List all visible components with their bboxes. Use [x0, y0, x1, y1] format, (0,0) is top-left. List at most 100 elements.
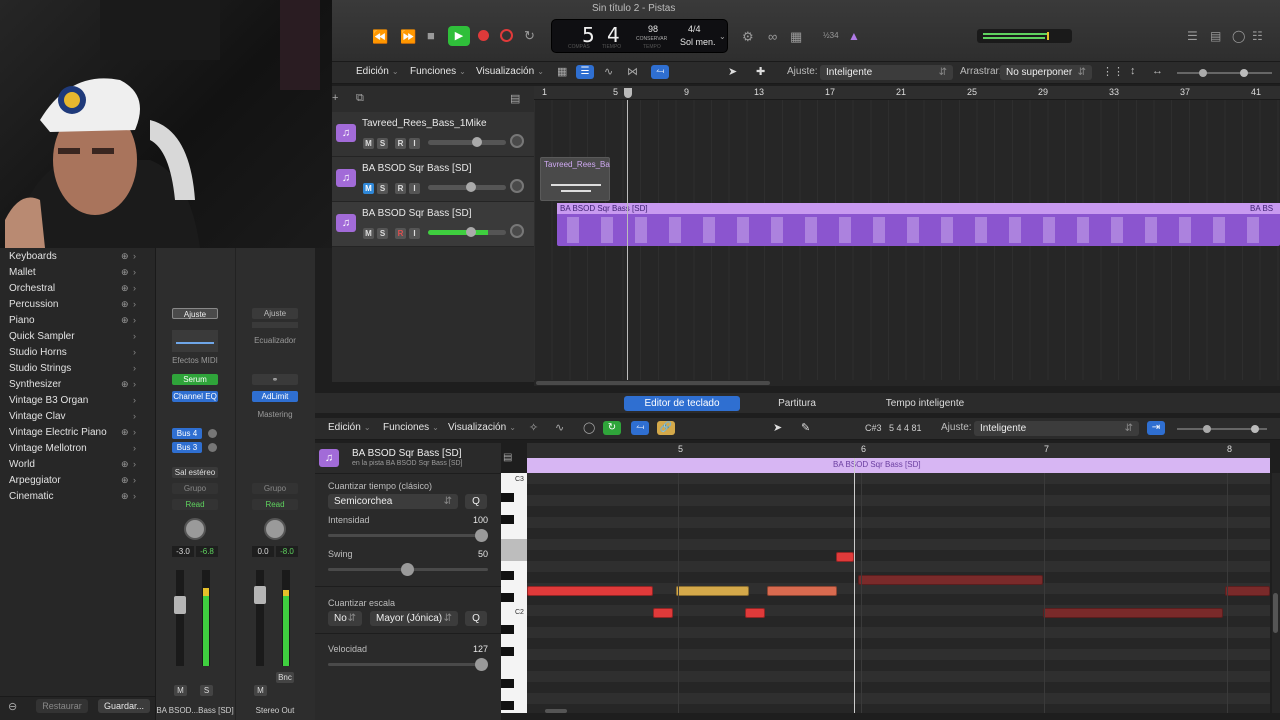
midi-out-icon[interactable]: ↻ [603, 421, 621, 435]
group-slot[interactable]: Grupo [172, 483, 218, 494]
add-patch-icon[interactable]: ⊕ [121, 491, 129, 502]
global-tracks-icon[interactable]: ▤ [510, 92, 520, 105]
instrument-slot[interactable]: Serum [172, 374, 218, 385]
add-patch-icon[interactable]: ⊕ [121, 315, 129, 326]
chevron-right-icon[interactable]: › [133, 331, 136, 341]
bounce-button[interactable]: Bnc [276, 672, 294, 683]
add-patch-icon[interactable]: ⊕ [121, 379, 129, 390]
automation-icon[interactable]: ∿ [555, 421, 564, 434]
audio-fx-slot[interactable]: Channel EQ [172, 391, 218, 402]
horizontal-zoom-icon[interactable]: ↔ [1152, 65, 1163, 77]
snap-select[interactable]: Inteligente ⇵ [820, 65, 953, 80]
solo-button[interactable]: S [377, 183, 388, 194]
send-level-knob[interactable] [208, 429, 217, 438]
midi-note-ghost[interactable] [858, 575, 1043, 585]
library-item[interactable]: Orchestral [9, 283, 55, 294]
menu-visualizacion[interactable]: Visualización ⌄ [448, 422, 516, 433]
horizontal-scrollbar[interactable] [536, 381, 770, 385]
midi-note[interactable] [527, 586, 653, 596]
track-row[interactable]: ♫ Tavreed_Rees_Bass_1Mike M S R I [332, 112, 534, 157]
waveform-zoom-icon[interactable]: ⋮⋮ [1102, 65, 1124, 78]
send-level-knob[interactable] [208, 443, 217, 452]
chevron-right-icon[interactable]: › [133, 475, 136, 485]
playhead[interactable] [627, 100, 628, 380]
timeline-ruler[interactable]: 1 5 9 13 17 21 25 29 33 37 41 [534, 86, 1280, 100]
library-item[interactable]: Vintage Clav [9, 411, 66, 422]
chevron-right-icon[interactable]: › [133, 283, 136, 293]
pencil-tool-icon[interactable]: ✎ [801, 421, 810, 434]
add-patch-icon[interactable]: ⊕ [121, 475, 129, 486]
velocity-slider[interactable] [328, 658, 488, 671]
midi-note-ghost[interactable] [1043, 608, 1223, 618]
marquee-tool-icon[interactable]: ✚ [756, 65, 765, 78]
record-enable-button[interactable]: R [395, 228, 406, 239]
send-bus-4[interactable]: Bus 4 [172, 428, 202, 439]
catch-icon[interactable]: ⥚ [651, 65, 669, 79]
setting-button[interactable]: Ajuste [172, 308, 218, 319]
midi-note[interactable] [836, 552, 854, 562]
note-pad-icon[interactable]: ▦ [790, 29, 802, 45]
mute-button[interactable]: M [363, 183, 374, 194]
menu-edicion[interactable]: Edición ⌄ [356, 66, 399, 77]
menu-funciones[interactable]: Funciones ⌄ [383, 422, 439, 433]
duplicate-track-icon[interactable]: ⧉ [356, 92, 364, 105]
lcd-display[interactable]: 5 4 COMPÁS TIEMPO 98 CONSERVAR TEMPO 4/4… [551, 19, 728, 53]
scale-icon[interactable]: ⇥ [1147, 421, 1165, 435]
list-view-icon[interactable]: ☰ [576, 65, 594, 79]
add-patch-icon[interactable]: ⊕ [121, 459, 129, 470]
library-item[interactable]: Arpeggiator [9, 475, 61, 486]
track-volume-slider[interactable] [428, 227, 506, 237]
setting-button[interactable]: Ajuste [252, 308, 298, 319]
track-row[interactable]: ♫ BA BSOD Sqr Bass [SD] M S R I [332, 157, 534, 202]
playhead-handle[interactable] [624, 88, 632, 98]
quantize-select[interactable]: Semicorchea ⇵ [328, 494, 458, 509]
track-volume-slider[interactable] [428, 182, 506, 192]
tuning-fork-icon[interactable]: ▲ [848, 29, 860, 43]
metronome-icon[interactable]: ⚙ [742, 29, 754, 45]
quantize-q-button[interactable]: Q [465, 494, 487, 509]
audio-region[interactable]: Tavreed_Rees_Ba [540, 157, 610, 201]
send-bus-3[interactable]: Bus 3 [172, 442, 202, 453]
chevron-right-icon[interactable]: › [133, 411, 136, 421]
chevron-right-icon[interactable]: › [133, 299, 136, 309]
automation-mode[interactable]: Read [252, 499, 298, 510]
library-item[interactable]: Vintage B3 Organ [9, 395, 88, 406]
library-item[interactable]: Studio Strings [9, 363, 71, 374]
note-pad-toggle-icon[interactable]: ▤ [1210, 29, 1221, 43]
stop-button[interactable]: ■ [427, 28, 435, 43]
solo-button[interactable]: S [377, 138, 388, 149]
play-button[interactable]: ▶ [448, 26, 470, 46]
cycle-icon[interactable]: ↻ [524, 28, 535, 44]
library-item[interactable]: Quick Sampler [9, 331, 75, 342]
vertical-zoom-slider[interactable] [1177, 425, 1232, 433]
menu-visualizacion[interactable]: Visualización ⌄ [476, 66, 544, 77]
chevron-right-icon[interactable]: › [133, 251, 136, 261]
library-item[interactable]: Piano [9, 315, 35, 326]
pan-knob[interactable] [184, 518, 206, 540]
midi-note-ghost[interactable] [1225, 586, 1270, 596]
eq-thumbnail[interactable] [172, 330, 218, 352]
add-patch-icon[interactable]: ⊕ [121, 299, 129, 310]
menu-edicion[interactable]: Edición ⌄ [328, 422, 371, 433]
horizontal-zoom-slider[interactable] [1225, 425, 1267, 433]
piano-keyboard[interactable]: C3 C2 [501, 473, 527, 713]
chevron-right-icon[interactable]: › [133, 443, 136, 453]
rewind-button[interactable]: ⏪ [372, 29, 388, 45]
scale-q-button[interactable]: Q [465, 611, 487, 626]
snap-select[interactable]: Inteligente ⇵ [974, 421, 1139, 436]
chevron-right-icon[interactable]: › [133, 363, 136, 373]
input-monitor-button[interactable]: I [409, 183, 420, 194]
piano-roll-ruler[interactable]: 5 6 7 8 [527, 443, 1270, 458]
track-volume-slider[interactable] [428, 137, 506, 147]
add-track-icon[interactable]: + [332, 92, 338, 104]
list-editors-icon[interactable]: ☰ [1187, 29, 1198, 43]
browser-icon[interactable]: ☷ [1252, 29, 1263, 43]
link-icon[interactable]: 🔗 [657, 421, 675, 435]
scale-select[interactable]: Mayor (Jónica) ⇵ [370, 611, 458, 626]
volume-fader[interactable] [254, 570, 266, 666]
solo-button[interactable]: S [377, 228, 388, 239]
audio-fx-slot[interactable]: AdLimit [252, 391, 298, 402]
library-item[interactable]: Cinematic [9, 491, 53, 502]
playhead[interactable] [854, 458, 855, 713]
library-item[interactable]: Keyboards [9, 251, 57, 262]
